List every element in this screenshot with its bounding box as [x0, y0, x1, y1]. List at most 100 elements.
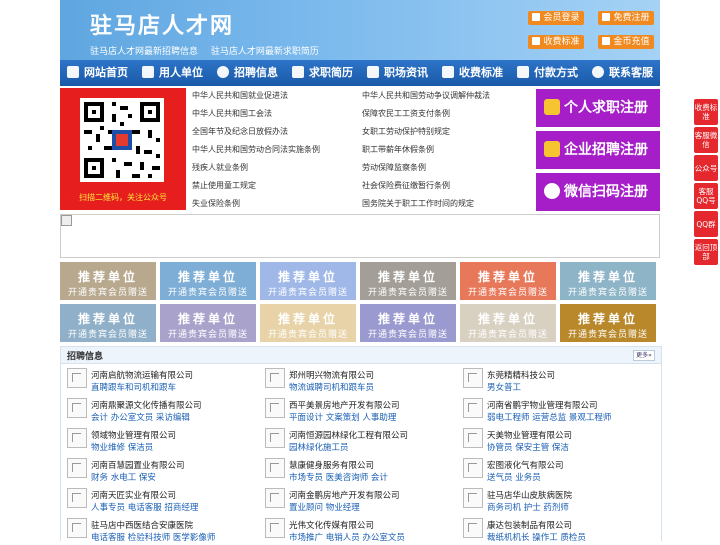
company-logo-icon[interactable] — [265, 458, 285, 478]
job-item[interactable]: 慧康健身服务有限公司 市场专员 医美咨询师 会计 — [259, 455, 455, 485]
company-name[interactable]: 宏图液化气有限公司 — [487, 459, 564, 471]
job-positions[interactable]: 商务司机 护士 药剂师 — [487, 501, 569, 513]
company-logo-icon[interactable] — [67, 398, 87, 418]
company-logo-icon[interactable] — [265, 368, 285, 388]
job-positions[interactable]: 电话客服 检验科技师 医学影像师 — [91, 531, 215, 543]
company-name[interactable]: 河南启航物流运输有限公司 — [91, 369, 193, 381]
login-button[interactable]: 会员登录 — [528, 11, 584, 25]
law-link[interactable]: 社会保险费征缴暂行条例 — [362, 180, 450, 191]
job-item[interactable]: 河南鼎聚源文化传播有限公司 会计 办公室文员 采访编辑 — [61, 395, 257, 425]
law-link[interactable]: 女职工劳动保护特别规定 — [362, 126, 450, 137]
recommend-card[interactable]: 推荐单位 开通贵宾会员赠送 — [160, 304, 256, 342]
job-positions[interactable]: 弱电工程师 运营总监 景观工程师 — [487, 411, 611, 423]
pricing-button[interactable]: 收费标准 — [528, 35, 584, 49]
job-item[interactable]: 河南百慧园置业有限公司 财务 水电工 保安 — [61, 455, 257, 485]
company-name[interactable]: 光伟文化传媒有限公司 — [289, 519, 374, 531]
company-logo-icon[interactable] — [265, 428, 285, 448]
nav-payment[interactable]: 付款方式 — [510, 60, 585, 86]
job-item[interactable]: 河南天匠实业有限公司 人事专员 电话客服 招商经理 — [61, 485, 257, 515]
company-logo-icon[interactable] — [463, 458, 483, 478]
recommend-card[interactable]: 推荐单位 开通贵宾会员赠送 — [560, 304, 656, 342]
job-positions[interactable]: 物流诚聘司机和跟车员 — [289, 381, 374, 393]
law-link[interactable]: 中华人民共和国劳动合同法实施条例 — [192, 144, 320, 155]
job-positions[interactable]: 裁纸机机长 操作工 质检员 — [487, 531, 586, 543]
company-logo-icon[interactable] — [67, 518, 87, 538]
nav-news[interactable]: 职场资讯 — [360, 60, 435, 86]
recommend-card[interactable]: 推荐单位 开通贵宾会员赠送 — [360, 262, 456, 300]
side-official-account-button[interactable]: 公众号 — [694, 155, 718, 181]
job-positions[interactable]: 园林绿化施工员 — [289, 441, 349, 453]
job-item[interactable]: 天美物业管理有限公司 协管员 保安主管 保洁 — [457, 425, 653, 455]
job-item[interactable]: 光伟文化传媒有限公司 市场推广 电销人员 办公室文员 — [259, 515, 455, 545]
company-name[interactable]: 河南恒源园林绿化工程有限公司 — [289, 429, 408, 441]
company-logo-icon[interactable] — [265, 518, 285, 538]
job-item[interactable]: 河南金鹏房地产开发有限公司 置业顾问 物业经理 — [259, 485, 455, 515]
job-item[interactable]: 河南启航物流运输有限公司 直聘跟车和司机和跟车 — [61, 365, 257, 395]
recommend-card[interactable]: 推荐单位 开通贵宾会员赠送 — [260, 262, 356, 300]
job-item[interactable]: 驻马店中西医结合安康医院 电话客服 检验科技师 医学影像师 — [61, 515, 257, 545]
job-positions[interactable]: 财务 水电工 保安 — [91, 471, 156, 483]
nav-home[interactable]: 网站首页 — [60, 60, 135, 86]
nav-jobs[interactable]: 招聘信息 — [210, 60, 285, 86]
register-jobseeker-button[interactable]: 个人求职注册 — [536, 89, 660, 127]
company-name[interactable]: 西平美景房地产开发有限公司 — [289, 399, 400, 411]
register-button[interactable]: 免费注册 — [598, 11, 654, 25]
company-logo-icon[interactable] — [265, 488, 285, 508]
company-name[interactable]: 河南百慧园置业有限公司 — [91, 459, 185, 471]
company-name[interactable]: 河南省鹏宇物业管理有限公司 — [487, 399, 598, 411]
side-qq-button[interactable]: 客服QQ号 — [694, 183, 718, 209]
law-link[interactable]: 劳动保障监察条例 — [362, 162, 426, 173]
law-link[interactable]: 保障农民工工资支付条例 — [362, 108, 450, 119]
register-wechat-button[interactable]: 微信扫码注册 — [536, 173, 660, 211]
nav-pricing[interactable]: 收费标准 — [435, 60, 510, 86]
company-logo-icon[interactable] — [463, 488, 483, 508]
job-item[interactable]: 康达包装制品有限公司 裁纸机机长 操作工 质检员 — [457, 515, 653, 545]
latest-jobs-link[interactable]: 驻马店人才网最新招聘信息 — [90, 47, 198, 57]
recommend-card[interactable]: 推荐单位 开通贵宾会员赠送 — [60, 262, 156, 300]
job-item[interactable]: 西平美景房地产开发有限公司 平面设计 文案策划 人事助理 — [259, 395, 455, 425]
job-item[interactable]: 宏图液化气有限公司 送气员 业务员 — [457, 455, 653, 485]
recharge-button[interactable]: 金币充值 — [598, 35, 654, 49]
recommend-card[interactable]: 推荐单位 开通贵宾会员赠送 — [160, 262, 256, 300]
latest-resumes-link[interactable]: 驻马店人才网最新求职简历 — [211, 47, 319, 57]
company-name[interactable]: 驻马店中西医结合安康医院 — [91, 519, 193, 531]
law-link[interactable]: 中华人民共和国就业促进法 — [192, 90, 288, 101]
job-item[interactable]: 东莞精精科技公司 男女普工 — [457, 365, 653, 395]
job-item[interactable]: 驻马店华山皮肤病医院 商务司机 护士 药剂师 — [457, 485, 653, 515]
site-title[interactable]: 驻马店人才网 — [90, 8, 234, 40]
company-name[interactable]: 郑州明兴物流有限公司 — [289, 369, 374, 381]
nav-employers[interactable]: 用人单位 — [135, 60, 210, 86]
job-item[interactable]: 河南省鹏宇物业管理有限公司 弱电工程师 运营总监 景观工程师 — [457, 395, 653, 425]
job-positions[interactable]: 人事专员 电话客服 招商经理 — [91, 501, 198, 513]
recommend-card[interactable]: 推荐单位 开通贵宾会员赠送 — [460, 262, 556, 300]
side-qq-group-button[interactable]: QQ群 — [694, 211, 718, 237]
back-to-top-button[interactable]: 返回顶部 — [694, 239, 718, 265]
recommend-card[interactable]: 推荐单位 开通贵宾会员赠送 — [560, 262, 656, 300]
job-positions[interactable]: 直聘跟车和司机和跟车 — [91, 381, 176, 393]
law-link[interactable]: 全国年节及纪念日放假办法 — [192, 126, 288, 137]
law-link[interactable]: 失业保险条例 — [192, 198, 240, 209]
job-item[interactable]: 郑州明兴物流有限公司 物流诚聘司机和跟车员 — [259, 365, 455, 395]
company-logo-icon[interactable] — [463, 398, 483, 418]
job-positions[interactable]: 会计 办公室文员 采访编辑 — [91, 411, 190, 423]
company-name[interactable]: 康达包装制品有限公司 — [487, 519, 572, 531]
company-name[interactable]: 慧康健身服务有限公司 — [289, 459, 374, 471]
job-positions[interactable]: 物业维修 保洁员 — [91, 441, 153, 453]
company-name[interactable]: 天美物业管理有限公司 — [487, 429, 572, 441]
more-link[interactable]: 更多» — [633, 350, 655, 361]
company-name[interactable]: 东莞精精科技公司 — [487, 369, 555, 381]
job-positions[interactable]: 市场专员 医美咨询师 会计 — [289, 471, 388, 483]
side-wechat-button[interactable]: 客服微信 — [694, 127, 718, 153]
company-logo-icon[interactable] — [67, 458, 87, 478]
company-name[interactable]: 河南鼎聚源文化传播有限公司 — [91, 399, 202, 411]
job-positions[interactable]: 送气员 业务员 — [487, 471, 541, 483]
company-logo-icon[interactable] — [67, 488, 87, 508]
recommend-card[interactable]: 推荐单位 开通贵宾会员赠送 — [460, 304, 556, 342]
recommend-card[interactable]: 推荐单位 开通贵宾会员赠送 — [60, 304, 156, 342]
law-link[interactable]: 职工带薪年休假条例 — [362, 144, 434, 155]
law-link[interactable]: 中华人民共和国劳动争议调解仲裁法 — [362, 90, 490, 101]
company-logo-icon[interactable] — [463, 518, 483, 538]
company-logo-icon[interactable] — [463, 368, 483, 388]
law-link[interactable]: 国务院关于职工工作时间的规定 — [362, 198, 474, 209]
company-name[interactable]: 河南天匠实业有限公司 — [91, 489, 176, 501]
